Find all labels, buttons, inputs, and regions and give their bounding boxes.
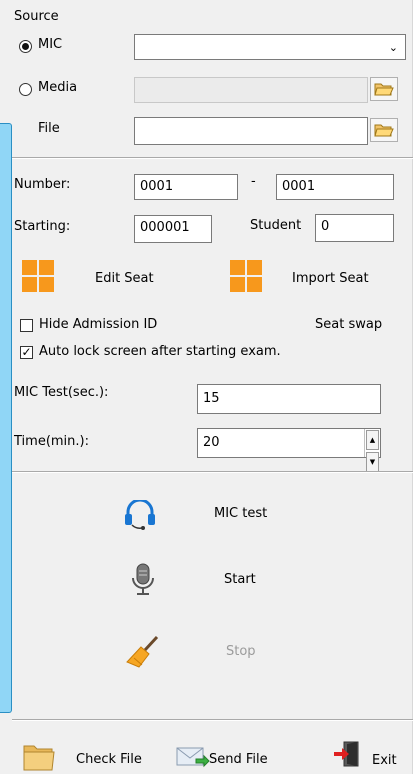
folder-icon — [23, 745, 55, 771]
spin-up-icon[interactable]: ▲ — [366, 430, 379, 450]
source-title: Source — [14, 9, 59, 24]
send-file-label: Send File — [209, 752, 268, 767]
mic-test-label: MIC Test(sec.): — [14, 385, 109, 400]
mic-test-button[interactable]: MIC test — [122, 498, 322, 532]
media-browse-button[interactable] — [370, 77, 398, 101]
broom-icon — [126, 635, 159, 668]
time-minutes-value: 20 — [203, 435, 220, 450]
media-path-input — [134, 77, 368, 103]
mic-label: MIC — [38, 37, 63, 52]
mic-test-seconds-input[interactable]: 15 — [197, 384, 381, 414]
check-file-label: Check File — [76, 752, 142, 767]
scrollbar[interactable] — [412, 0, 420, 774]
exit-door-icon — [334, 741, 359, 767]
student-input[interactable]: 0 — [315, 214, 394, 242]
student-label: Student — [250, 218, 302, 233]
auto-lock-checkbox[interactable]: ✓ — [20, 346, 33, 359]
import-seat-label: Import Seat — [292, 271, 369, 286]
mic-test-button-label: MIC test — [214, 506, 268, 521]
media-radio[interactable] — [19, 83, 32, 96]
grid-icon — [230, 260, 262, 292]
file-browse-button[interactable] — [370, 118, 398, 142]
start-button[interactable]: Start — [122, 563, 322, 597]
spin-down-icon[interactable]: ▼ — [366, 452, 379, 472]
import-seat-button[interactable]: Import Seat — [230, 260, 369, 292]
exit-label: Exit — [372, 753, 397, 768]
divider — [12, 719, 413, 721]
number-label: Number: — [14, 177, 71, 192]
chevron-down-icon: ⌄ — [388, 41, 398, 54]
mic-device-select[interactable]: ⌄ — [134, 34, 406, 60]
divider — [12, 471, 413, 473]
file-label: File — [38, 121, 60, 136]
folder-open-icon — [374, 124, 394, 137]
headset-icon — [125, 500, 155, 530]
grid-icon — [22, 260, 54, 292]
auto-lock-label: Auto lock screen after starting exam. — [39, 344, 281, 359]
send-mail-icon — [176, 747, 210, 768]
time-spinner[interactable]: ▲ ▼ — [364, 429, 380, 472]
stop-button[interactable]: Stop — [122, 634, 322, 670]
starting-input[interactable]: 000001 — [134, 215, 212, 243]
edit-seat-button[interactable]: Edit Seat — [22, 260, 154, 292]
time-minutes-stepper[interactable]: 20 ▲ ▼ — [197, 428, 381, 472]
exit-button[interactable]: Exit — [334, 740, 404, 770]
media-label: Media — [38, 80, 78, 95]
microphone-icon — [132, 563, 154, 595]
side-panel-tab[interactable] — [0, 123, 12, 713]
send-file-button[interactable]: Send File — [176, 745, 286, 769]
number-dash: - — [251, 174, 256, 189]
divider — [12, 157, 413, 159]
start-button-label: Start — [224, 572, 256, 587]
stop-button-label: Stop — [226, 644, 256, 659]
file-path-input[interactable] — [134, 117, 368, 145]
hide-admission-label: Hide Admission ID — [39, 317, 158, 332]
mic-radio[interactable] — [19, 40, 32, 53]
edit-seat-label: Edit Seat — [95, 271, 154, 286]
number-from-input[interactable]: 0001 — [134, 174, 238, 200]
starting-label: Starting: — [14, 219, 71, 234]
seat-swap-link[interactable]: Seat swap — [315, 317, 382, 332]
hide-admission-checkbox[interactable] — [20, 319, 33, 332]
time-label: Time(min.): — [14, 434, 89, 449]
check-file-button[interactable]: Check File — [22, 738, 152, 772]
number-to-input[interactable]: 0001 — [276, 174, 394, 200]
folder-open-icon — [374, 83, 394, 96]
